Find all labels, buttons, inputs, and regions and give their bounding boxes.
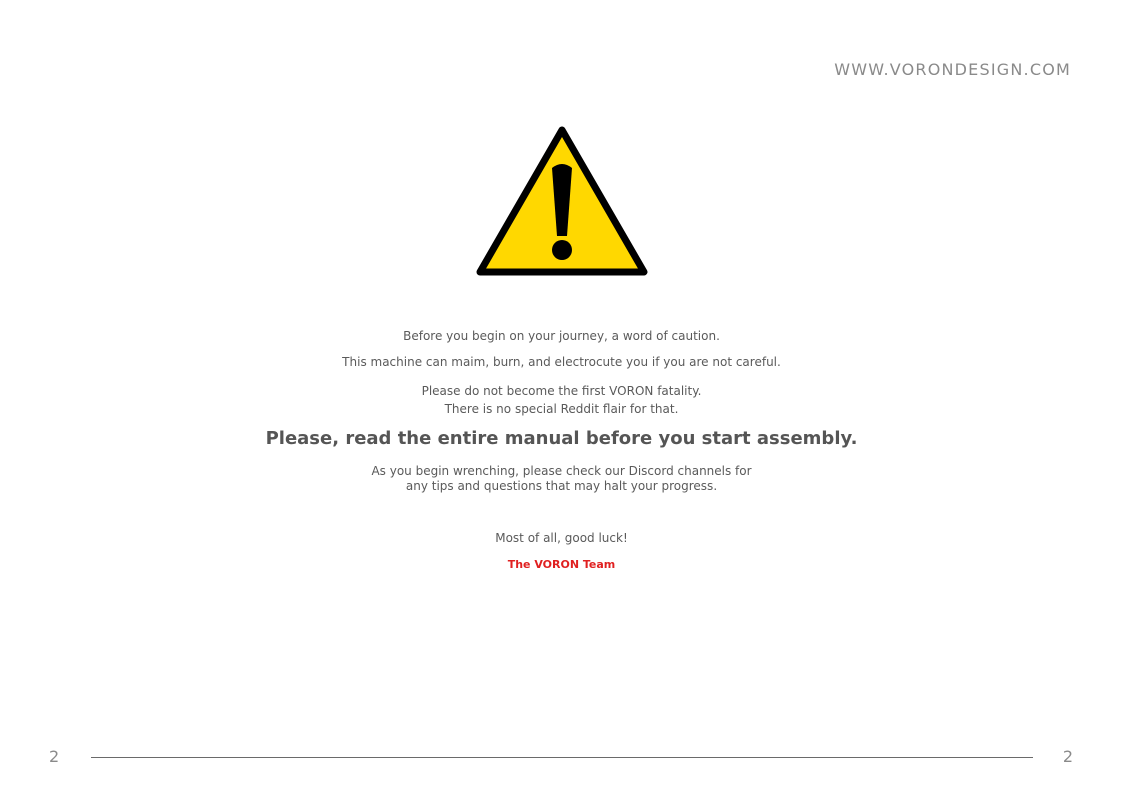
good-luck-line: Most of all, good luck! bbox=[495, 531, 628, 545]
fatality-warning: Please do not become the first VORON fat… bbox=[421, 384, 702, 398]
page-number-left: 2 bbox=[49, 747, 60, 766]
reddit-flair-note: There is no special Reddit flair for tha… bbox=[444, 402, 679, 416]
team-signature: The VORON Team bbox=[507, 558, 616, 571]
footer-divider bbox=[91, 757, 1033, 758]
warning-triangle-icon bbox=[476, 126, 648, 276]
danger-statement: This machine can maim, burn, and electro… bbox=[342, 355, 781, 369]
page-number-right: 2 bbox=[1062, 747, 1073, 766]
discord-tip-line-2: any tips and questions that may halt you… bbox=[405, 479, 718, 493]
site-url: WWW.VORONDESIGN.COM bbox=[834, 60, 1071, 79]
caution-intro: Before you begin on your journey, a word… bbox=[403, 329, 720, 343]
discord-tip-line-1: As you begin wrenching, please check our… bbox=[371, 464, 752, 478]
read-manual-headline: Please, read the entire manual before yo… bbox=[265, 428, 858, 449]
